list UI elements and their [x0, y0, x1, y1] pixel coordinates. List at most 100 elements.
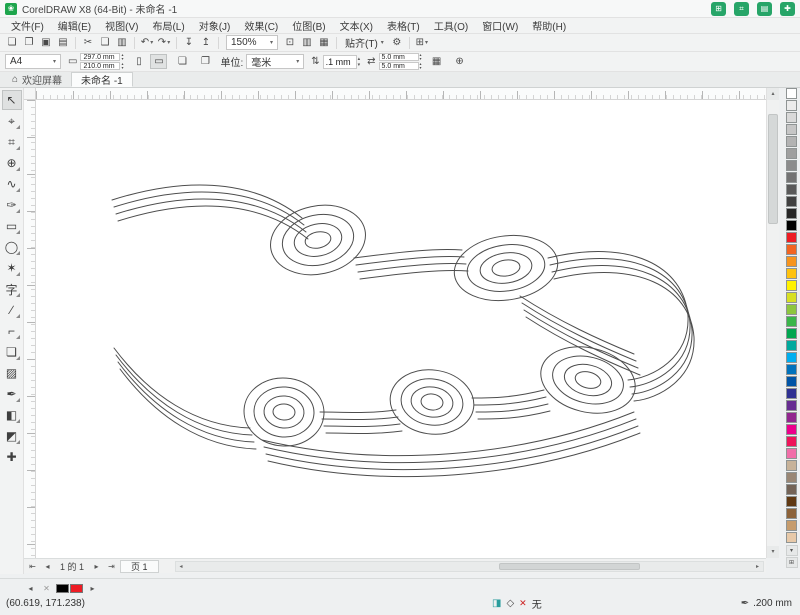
palette-swatch-26[interactable] — [786, 400, 797, 411]
vertical-ruler[interactable] — [24, 100, 36, 558]
page-width-spinner[interactable]: 297.0 mm ▴ ▾ — [80, 53, 123, 61]
palette-swatch-1[interactable] — [786, 100, 797, 111]
palette-swatch-33[interactable] — [786, 484, 797, 495]
palette-swatch-24[interactable] — [786, 376, 797, 387]
nudge-spinner[interactable]: .1 mm ▴ ▾ — [322, 54, 360, 69]
interactive-fill-tool[interactable]: ◧ — [2, 405, 22, 425]
palette-swatch-28[interactable] — [786, 424, 797, 435]
color-eyedropper-tool[interactable]: ✒ — [2, 384, 22, 404]
palette-swatch-18[interactable] — [786, 304, 797, 315]
palette-swatch-30[interactable] — [786, 448, 797, 459]
snap-to-dropdown[interactable]: 贴齐(T) ▾ — [341, 35, 388, 50]
toolbar-application-launcher[interactable]: ⊞ ▾ — [414, 35, 430, 50]
propbar-current-page-size[interactable]: ❏ — [174, 54, 190, 69]
palette-swatch-3[interactable] — [786, 124, 797, 135]
toolbar-export[interactable]: ↥ — [198, 35, 214, 50]
palette-swatch-32[interactable] — [786, 472, 797, 483]
doc-palette-swatch-0[interactable] — [56, 583, 69, 593]
palette-swatch-27[interactable] — [786, 412, 797, 423]
doc-palette-no-color[interactable]: ✕ — [40, 584, 53, 593]
landscape-button[interactable]: ▭ — [150, 54, 168, 69]
scroll-left-arrow[interactable]: ◂ — [176, 563, 187, 570]
toolbar-cut[interactable]: ✂ — [80, 35, 96, 50]
palette-swatch-13[interactable] — [786, 244, 797, 255]
menu-item-help[interactable]: 帮助(H) — [525, 17, 573, 34]
palette-swatch-19[interactable] — [786, 316, 797, 327]
toolbar-redo[interactable]: ↷ ▾ — [156, 35, 172, 50]
portrait-button[interactable]: ▯ — [130, 54, 147, 69]
menu-item-file[interactable]: 文件(F) — [4, 17, 51, 34]
page-height-spinner[interactable]: 210.0 mm ▴ ▾ — [80, 62, 123, 70]
toolbar-paste[interactable]: ▥ — [114, 35, 130, 50]
propbar-all-pages-size[interactable]: ❐ — [197, 54, 213, 69]
prev-page-button[interactable]: ◂ — [41, 562, 54, 571]
menu-item-effects[interactable]: 效果(C) — [237, 17, 285, 34]
polygon-tool[interactable]: ✶ — [2, 258, 22, 278]
titlebar-action-3-button[interactable]: ▤ — [757, 1, 772, 16]
palette-swatch-31[interactable] — [786, 460, 797, 471]
horizontal-scroll-thumb[interactable] — [498, 562, 640, 570]
horizontal-ruler[interactable] — [36, 88, 766, 100]
zoom-tool[interactable]: ⊕ — [2, 153, 22, 173]
menu-item-layout[interactable]: 布局(L) — [145, 17, 191, 34]
toolbar-import[interactable]: ↧ — [181, 35, 197, 50]
scroll-up-arrow[interactable]: ▴ — [767, 88, 779, 100]
spin-down-icon[interactable]: ▾ — [420, 66, 422, 70]
menu-item-text[interactable]: 文本(X) — [333, 17, 380, 34]
doc-palette-left-arrow[interactable]: ◂ — [24, 584, 37, 593]
menu-item-object[interactable]: 对象(J) — [192, 17, 238, 34]
propbar-grid-toggle[interactable]: ▦ — [429, 54, 445, 69]
spin-down-icon[interactable]: ▾ — [121, 66, 123, 70]
palette-swatch-6[interactable] — [786, 160, 797, 171]
connector-tool[interactable]: ⌐ — [2, 321, 22, 341]
doc-palette-swatch-1[interactable] — [70, 583, 83, 593]
palette-swatch-17[interactable] — [786, 292, 797, 303]
palette-swatch-29[interactable] — [786, 436, 797, 447]
toolbar-show-rulers[interactable]: ▥ — [299, 35, 315, 50]
toolbar-full-screen-preview[interactable]: ⊡ — [282, 35, 298, 50]
ruler-origin[interactable] — [24, 88, 36, 100]
palette-swatch-21[interactable] — [786, 340, 797, 351]
pick-tool[interactable]: ↖ — [1, 90, 22, 110]
menu-item-window[interactable]: 窗口(W) — [475, 17, 525, 34]
palette-swatch-12[interactable] — [786, 232, 797, 243]
crop-tool[interactable]: ⌗ — [2, 132, 22, 152]
page-size-combo[interactable]: A4 ▾ — [5, 54, 61, 69]
menu-item-tools[interactable]: 工具(O) — [427, 17, 475, 34]
menu-item-table[interactable]: 表格(T) — [380, 17, 427, 34]
palette-swatch-0[interactable] — [786, 88, 797, 99]
scroll-down-arrow[interactable]: ▾ — [767, 546, 779, 558]
drop-shadow-tool[interactable]: ❏ — [2, 342, 22, 362]
last-page-button[interactable]: ⇥ — [105, 562, 118, 571]
vertical-scroll-track[interactable] — [767, 100, 779, 546]
palette-scroll-down-button[interactable]: ▾ — [785, 545, 798, 556]
toolbar-options[interactable]: ⚙ — [389, 35, 405, 50]
toolbar-copy[interactable]: ❑ — [97, 35, 113, 50]
palette-swatch-25[interactable] — [786, 388, 797, 399]
palette-swatch-34[interactable] — [786, 496, 797, 507]
toolbar-save[interactable]: ▣ — [38, 35, 54, 50]
palette-swatch-4[interactable] — [786, 136, 797, 147]
smart-fill-tool[interactable]: ◩ — [2, 426, 22, 446]
palette-swatch-9[interactable] — [786, 196, 797, 207]
palette-swatch-20[interactable] — [786, 328, 797, 339]
zoom-level-combo[interactable]: 150% ▾ — [226, 35, 278, 50]
toolbar-undo[interactable]: ↶ ▾ — [139, 35, 155, 50]
duplicate-x-spinner[interactable]: 5.0 mm ▴ ▾ — [378, 53, 422, 61]
tab-welcome-screen[interactable]: ⌂ 欢迎屏幕 — [3, 72, 71, 87]
vertical-scroll-thumb[interactable] — [768, 114, 778, 224]
palette-swatch-11[interactable] — [786, 220, 797, 231]
palette-swatch-7[interactable] — [786, 172, 797, 183]
palette-swatch-5[interactable] — [786, 148, 797, 159]
toolbar-new-document[interactable]: ❏ — [4, 35, 20, 50]
palette-swatch-36[interactable] — [786, 520, 797, 531]
rectangle-tool[interactable]: ▭ — [2, 216, 22, 236]
scroll-right-arrow[interactable]: ▸ — [752, 563, 763, 570]
doc-palette-right-arrow[interactable]: ▸ — [86, 584, 99, 593]
parallel-dimension-tool[interactable]: ∕ — [2, 300, 22, 320]
menu-item-bitmaps[interactable]: 位图(B) — [285, 17, 332, 34]
units-combo[interactable]: 毫米 ▾ — [246, 54, 305, 69]
menu-item-view[interactable]: 视图(V) — [98, 17, 145, 34]
palette-swatch-8[interactable] — [786, 184, 797, 195]
artistic-media-tool[interactable]: ✑ — [2, 195, 22, 215]
